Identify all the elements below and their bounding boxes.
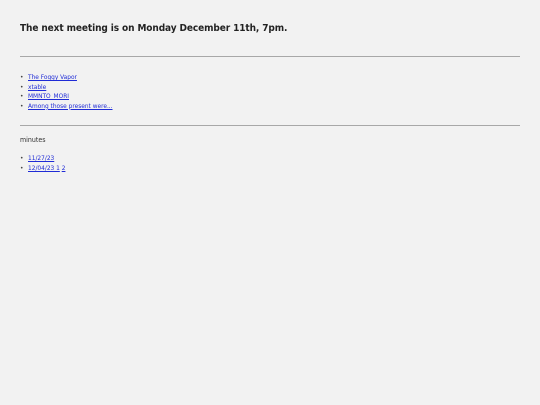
minutes-list: • 11/27/23 • 12/04/23 1 2	[20, 154, 65, 173]
link-the-foggy-vapor[interactable]: The Foggy Vapor	[28, 73, 77, 81]
link-among-those-present[interactable]: Among those present were...	[28, 102, 113, 110]
bullet-icon: •	[20, 73, 24, 81]
minutes-link-11-27-23[interactable]: 11/27/23	[28, 154, 54, 162]
list-item: • Among those present were...	[20, 102, 113, 112]
list-item: • 11/27/23	[20, 154, 65, 164]
divider-top	[20, 56, 520, 57]
list-item: • MMNTO_MORI	[20, 92, 113, 102]
divider-middle	[20, 125, 520, 126]
minutes-link-12-04-23-part-2[interactable]: 2	[62, 164, 66, 172]
link-list: • The Foggy Vapor • xtable • MMNTO_MORI …	[20, 73, 113, 111]
bullet-icon: •	[20, 154, 24, 162]
link-xtable[interactable]: xtable	[28, 83, 46, 91]
list-item: • xtable	[20, 83, 113, 93]
page: The next meeting is on Monday December 1…	[0, 0, 540, 405]
bullet-icon: •	[20, 92, 24, 101]
link-mmnto-mori[interactable]: MMNTO_MORI	[28, 92, 69, 100]
list-item: • The Foggy Vapor	[20, 73, 113, 83]
bullet-icon: •	[20, 101, 24, 110]
minutes-link-12-04-23[interactable]: 12/04/23 1	[28, 164, 60, 172]
minutes-heading: minutes	[20, 136, 46, 144]
bullet-icon: •	[20, 82, 24, 91]
bullet-icon: •	[20, 163, 24, 172]
next-meeting-announcement: The next meeting is on Monday December 1…	[20, 23, 288, 34]
list-item: • 12/04/23 1 2	[20, 164, 65, 174]
